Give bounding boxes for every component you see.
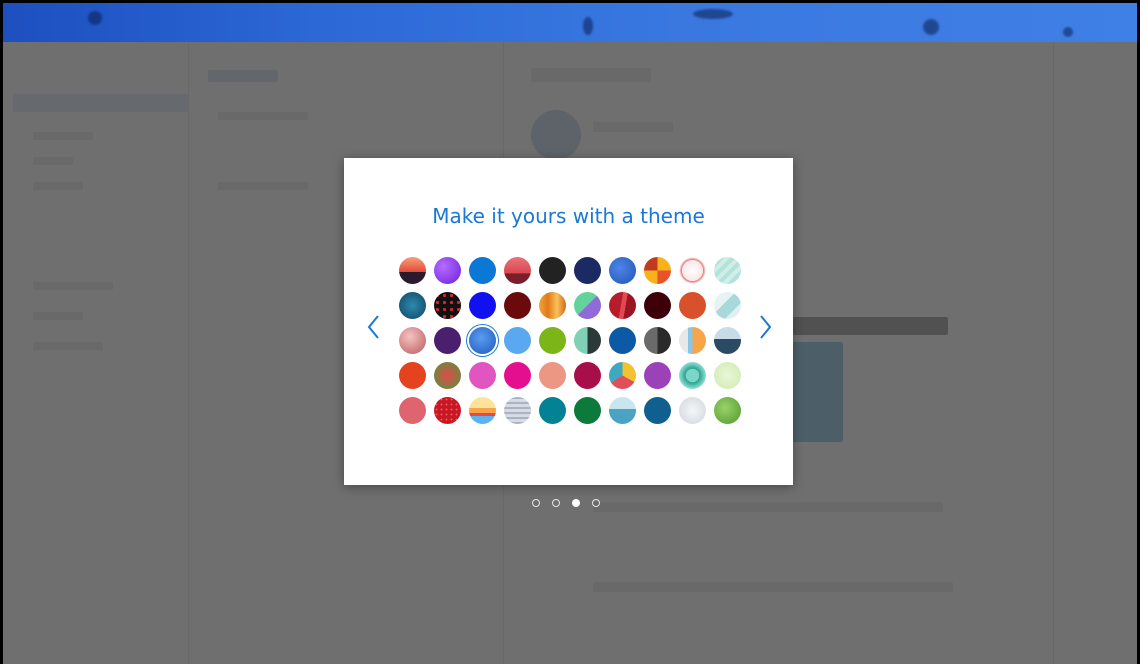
theme-swatch-red-dots[interactable] — [434, 292, 461, 319]
theme-swatch-green-purple[interactable] — [574, 292, 601, 319]
theme-swatch-navy[interactable] — [574, 257, 601, 284]
theme-swatch-tri-color[interactable] — [609, 362, 636, 389]
theme-swatch-pale-green[interactable] — [714, 362, 741, 389]
theme-swatch-blue-wave[interactable] — [469, 327, 496, 354]
page-indicator — [532, 499, 612, 511]
theme-swatch-violet[interactable] — [644, 362, 671, 389]
theme-swatch-charcoal[interactable] — [539, 257, 566, 284]
theme-swatch-sunset[interactable] — [399, 257, 426, 284]
theme-swatch-magenta[interactable] — [504, 362, 531, 389]
theme-swatch-grid — [399, 257, 748, 437]
theme-swatch-red-dots-2[interactable] — [434, 397, 461, 424]
theme-swatch-sky[interactable] — [504, 327, 531, 354]
page-dot-2[interactable] — [552, 499, 560, 507]
theme-swatch-salmon[interactable] — [539, 362, 566, 389]
theme-swatch-robot[interactable] — [679, 362, 706, 389]
theme-swatch-maroon[interactable] — [504, 292, 531, 319]
theme-header-band — [3, 3, 1137, 42]
theme-swatch-leaf[interactable] — [714, 397, 741, 424]
theme-swatch-red-mountains[interactable] — [504, 257, 531, 284]
theme-swatch-mint-stripes[interactable] — [714, 257, 741, 284]
theme-swatch-vermilion[interactable] — [399, 362, 426, 389]
theme-swatch-blue-texture[interactable] — [609, 257, 636, 284]
theme-swatch-rainbow-cloud[interactable] — [469, 397, 496, 424]
theme-swatch-ice-geo[interactable] — [714, 292, 741, 319]
theme-swatch-dark-maroon[interactable] — [644, 292, 671, 319]
theme-swatch-raspberry[interactable] — [574, 362, 601, 389]
theme-swatch-cat-pattern[interactable] — [679, 257, 706, 284]
theme-swatch-mountain[interactable] — [714, 327, 741, 354]
theme-swatch-sage-split[interactable] — [574, 327, 601, 354]
dialog-title: Make it yours with a theme — [432, 204, 705, 228]
theme-swatch-lime[interactable] — [539, 327, 566, 354]
theme-swatch-gray-split[interactable] — [644, 327, 671, 354]
theme-swatch-blue[interactable] — [469, 257, 496, 284]
theme-swatch-rust[interactable] — [679, 292, 706, 319]
theme-swatch-frost[interactable] — [679, 397, 706, 424]
theme-swatch-cobalt[interactable] — [609, 327, 636, 354]
theme-swatch-forest[interactable] — [574, 397, 601, 424]
theme-swatch-purple-swirl[interactable] — [434, 257, 461, 284]
theme-swatch-circuit[interactable] — [399, 292, 426, 319]
theme-swatch-teal[interactable] — [539, 397, 566, 424]
theme-swatch-ocean[interactable] — [644, 397, 671, 424]
page-dot-4[interactable] — [592, 499, 600, 507]
theme-swatch-peach-split[interactable] — [679, 327, 706, 354]
theme-swatch-grid-gray[interactable] — [504, 397, 531, 424]
theme-picker-dialog: Make it yours with a theme — [344, 158, 793, 485]
theme-swatch-orchid[interactable] — [469, 362, 496, 389]
theme-swatch-lake[interactable] — [609, 397, 636, 424]
chevron-right-icon[interactable] — [755, 312, 775, 342]
theme-swatch-orange-drapes[interactable] — [539, 292, 566, 319]
page-dot-1[interactable] — [532, 499, 540, 507]
page-dot-3[interactable] — [572, 499, 580, 507]
theme-swatch-rose-sphere[interactable] — [399, 327, 426, 354]
theme-swatch-electric-blue[interactable] — [469, 292, 496, 319]
theme-swatch-crimson-stripe[interactable] — [609, 292, 636, 319]
theme-swatch-coral-blush[interactable] — [399, 397, 426, 424]
theme-swatch-rose-garden[interactable] — [434, 362, 461, 389]
theme-swatch-orange-geo[interactable] — [644, 257, 671, 284]
chevron-left-icon[interactable] — [364, 312, 384, 342]
theme-swatch-deep-purple[interactable] — [434, 327, 461, 354]
